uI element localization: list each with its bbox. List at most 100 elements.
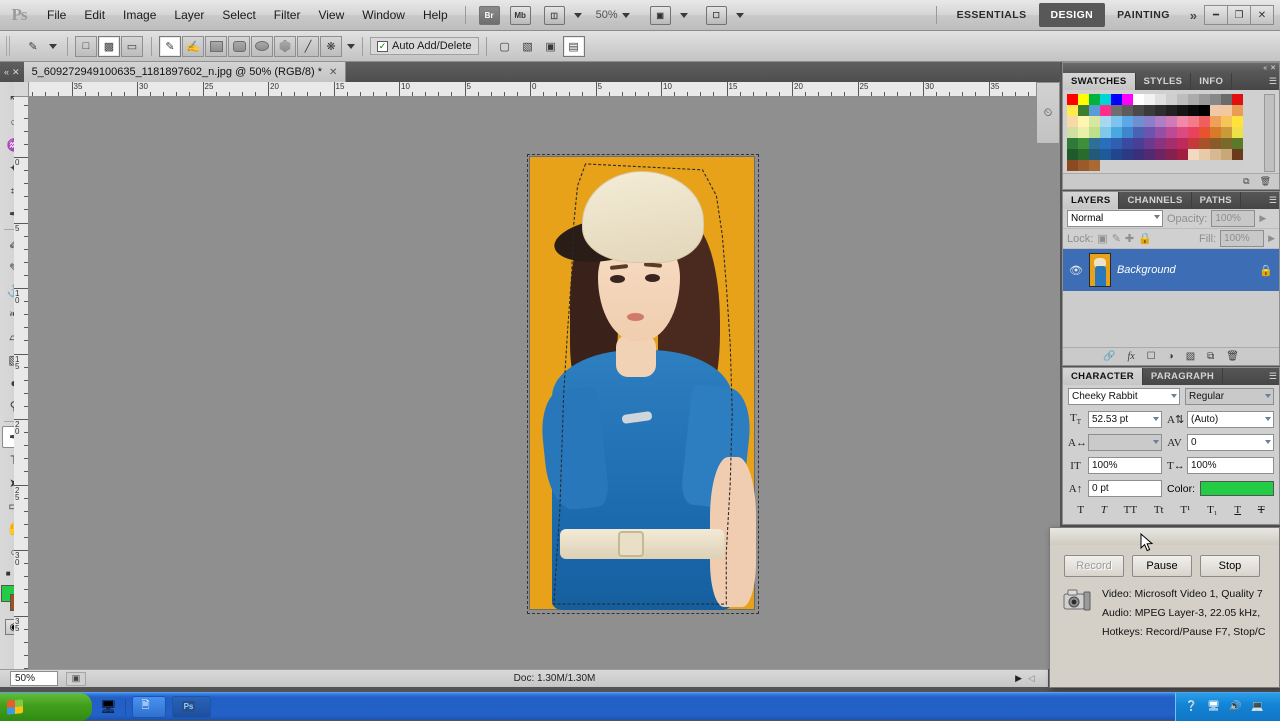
workspace-tab-design[interactable]: DESIGN bbox=[1038, 3, 1106, 27]
swatch[interactable] bbox=[1144, 160, 1155, 171]
workspace-tab-essentials[interactable]: ESSENTIALS bbox=[945, 3, 1039, 27]
arrange-documents-menu[interactable]: ▣ bbox=[645, 5, 688, 25]
vertical-ruler[interactable]: 0 5 1 0 1 5 2 0 2 5 3 0 3 5 bbox=[14, 97, 29, 669]
panel-tab-info[interactable]: INFO bbox=[1191, 73, 1233, 90]
swatch[interactable] bbox=[1067, 127, 1078, 138]
link-layers-icon[interactable]: 🔗 bbox=[1103, 351, 1115, 362]
swatch[interactable] bbox=[1067, 94, 1078, 105]
opacity-input[interactable]: 100% bbox=[1211, 210, 1256, 227]
status-resize-grip[interactable]: ◁ bbox=[1028, 673, 1048, 684]
history-icon[interactable]: ⏲ bbox=[1044, 107, 1053, 120]
swatch[interactable] bbox=[1078, 138, 1089, 149]
panel-tab-layers[interactable]: LAYERS bbox=[1063, 192, 1120, 209]
text-color-swatch[interactable] bbox=[1200, 481, 1274, 496]
swatch[interactable] bbox=[1199, 116, 1210, 127]
options-bar-grip[interactable] bbox=[6, 36, 11, 56]
menu-item-image[interactable]: Image bbox=[114, 4, 165, 26]
start-button[interactable] bbox=[0, 692, 92, 721]
adjustment-layer-icon[interactable]: ◑ bbox=[1168, 351, 1174, 362]
swatch[interactable] bbox=[1188, 94, 1199, 105]
menu-item-view[interactable]: View bbox=[309, 4, 353, 26]
small-caps-button[interactable]: Tt bbox=[1154, 504, 1164, 516]
swatch[interactable] bbox=[1232, 105, 1243, 116]
horizontal-scale-input[interactable]: 100% bbox=[1187, 457, 1274, 474]
line-button[interactable]: ╱ bbox=[297, 35, 319, 57]
close-icon[interactable]: ✕ bbox=[329, 67, 337, 78]
baseline-shift-input[interactable]: 0 pt bbox=[1088, 480, 1162, 497]
swatch[interactable] bbox=[1144, 94, 1155, 105]
menu-item-file[interactable]: File bbox=[38, 4, 75, 26]
swatch[interactable] bbox=[1100, 127, 1111, 138]
swatch[interactable] bbox=[1199, 127, 1210, 138]
collapse-tabs-button[interactable]: « ✕ bbox=[0, 67, 24, 78]
screen-recorder-dialog[interactable]: Record Pause Stop Video: Microsoft Video 1… bbox=[1049, 527, 1280, 688]
swatch[interactable] bbox=[1122, 138, 1133, 149]
swatch[interactable] bbox=[1155, 105, 1166, 116]
swatch[interactable] bbox=[1221, 94, 1232, 105]
volume-icon[interactable]: 🔊 bbox=[1228, 699, 1243, 714]
exclude-path-button[interactable]: ▤ bbox=[562, 35, 585, 57]
swatch[interactable] bbox=[1100, 138, 1111, 149]
collapse-icon[interactable]: « bbox=[1263, 65, 1267, 72]
vertical-scale-input[interactable]: 100% bbox=[1088, 457, 1162, 474]
kerning-input[interactable] bbox=[1088, 434, 1162, 451]
swatch[interactable] bbox=[1155, 116, 1166, 127]
default-colors-icon[interactable]: ■ bbox=[6, 569, 11, 578]
swatch[interactable] bbox=[1232, 160, 1243, 171]
leading-input[interactable]: (Auto) bbox=[1187, 411, 1274, 428]
swatch[interactable] bbox=[1111, 94, 1122, 105]
mini-bridge-icon[interactable]: Mb bbox=[509, 5, 531, 25]
swatch[interactable] bbox=[1199, 94, 1210, 105]
swatch[interactable] bbox=[1089, 127, 1100, 138]
faux-bold-button[interactable]: T bbox=[1077, 504, 1084, 516]
swatch[interactable] bbox=[1100, 105, 1111, 116]
swatch[interactable] bbox=[1067, 116, 1078, 127]
swatch[interactable] bbox=[1177, 127, 1188, 138]
paths-button[interactable]: ▩ bbox=[98, 35, 120, 57]
swatch[interactable] bbox=[1221, 116, 1232, 127]
swatch[interactable] bbox=[1221, 138, 1232, 149]
swatch[interactable] bbox=[1155, 94, 1166, 105]
swatch[interactable] bbox=[1166, 160, 1177, 171]
layer-row-background[interactable]: 👁 Background 🔒 bbox=[1063, 249, 1279, 291]
auto-add-delete-checkbox[interactable]: ✓ Auto Add/Delete bbox=[370, 37, 479, 55]
rectangle-button[interactable] bbox=[205, 35, 227, 57]
swatch[interactable] bbox=[1122, 127, 1133, 138]
swatch[interactable] bbox=[1089, 160, 1100, 171]
swatch[interactable] bbox=[1144, 105, 1155, 116]
close-icon[interactable]: ✕ bbox=[1270, 65, 1276, 72]
faux-italic-button[interactable]: T bbox=[1101, 504, 1107, 516]
polygon-button[interactable] bbox=[274, 35, 296, 57]
swatch[interactable] bbox=[1122, 160, 1133, 171]
lock-position-icon[interactable]: ✚ bbox=[1125, 232, 1134, 245]
swatch[interactable] bbox=[1111, 160, 1122, 171]
bridge-icon[interactable]: Br bbox=[478, 5, 500, 25]
font-size-input[interactable]: 52.53 pt bbox=[1088, 411, 1162, 428]
swatch[interactable] bbox=[1210, 149, 1221, 160]
swatch[interactable] bbox=[1188, 149, 1199, 160]
swatch[interactable] bbox=[1210, 127, 1221, 138]
delete-layer-icon[interactable]: 🗑 bbox=[1226, 351, 1239, 362]
pen-tool-icon[interactable]: ✎ bbox=[22, 36, 44, 57]
panel-tab-paragraph[interactable]: PARAGRAPH bbox=[1143, 368, 1224, 385]
swatch[interactable] bbox=[1210, 94, 1221, 105]
swatch[interactable] bbox=[1188, 105, 1199, 116]
swatch[interactable] bbox=[1221, 127, 1232, 138]
panel-collapse-bar[interactable]: « ✕ bbox=[1063, 63, 1279, 73]
shape-layers-button[interactable]: □ bbox=[75, 35, 97, 57]
swatch[interactable] bbox=[1155, 138, 1166, 149]
swatch[interactable] bbox=[1188, 116, 1199, 127]
lock-image-pixels-icon[interactable]: ✎ bbox=[1112, 232, 1121, 245]
swatch[interactable] bbox=[1210, 138, 1221, 149]
display-icon[interactable]: 💻 bbox=[1250, 699, 1265, 714]
swatch[interactable] bbox=[1067, 160, 1078, 171]
fill-scrubber-icon[interactable]: ▶ bbox=[1268, 233, 1275, 244]
panel-tab-character[interactable]: CHARACTER bbox=[1063, 368, 1143, 385]
swatch[interactable] bbox=[1166, 127, 1177, 138]
restore-button[interactable]: ❐ bbox=[1227, 5, 1251, 25]
swatch[interactable] bbox=[1210, 160, 1221, 171]
new-layer-icon[interactable]: ⧉ bbox=[1207, 351, 1214, 362]
swatch[interactable] bbox=[1100, 94, 1111, 105]
layers-empty-area[interactable] bbox=[1063, 291, 1279, 347]
screen-mode-menu[interactable]: ☐ bbox=[701, 5, 744, 25]
